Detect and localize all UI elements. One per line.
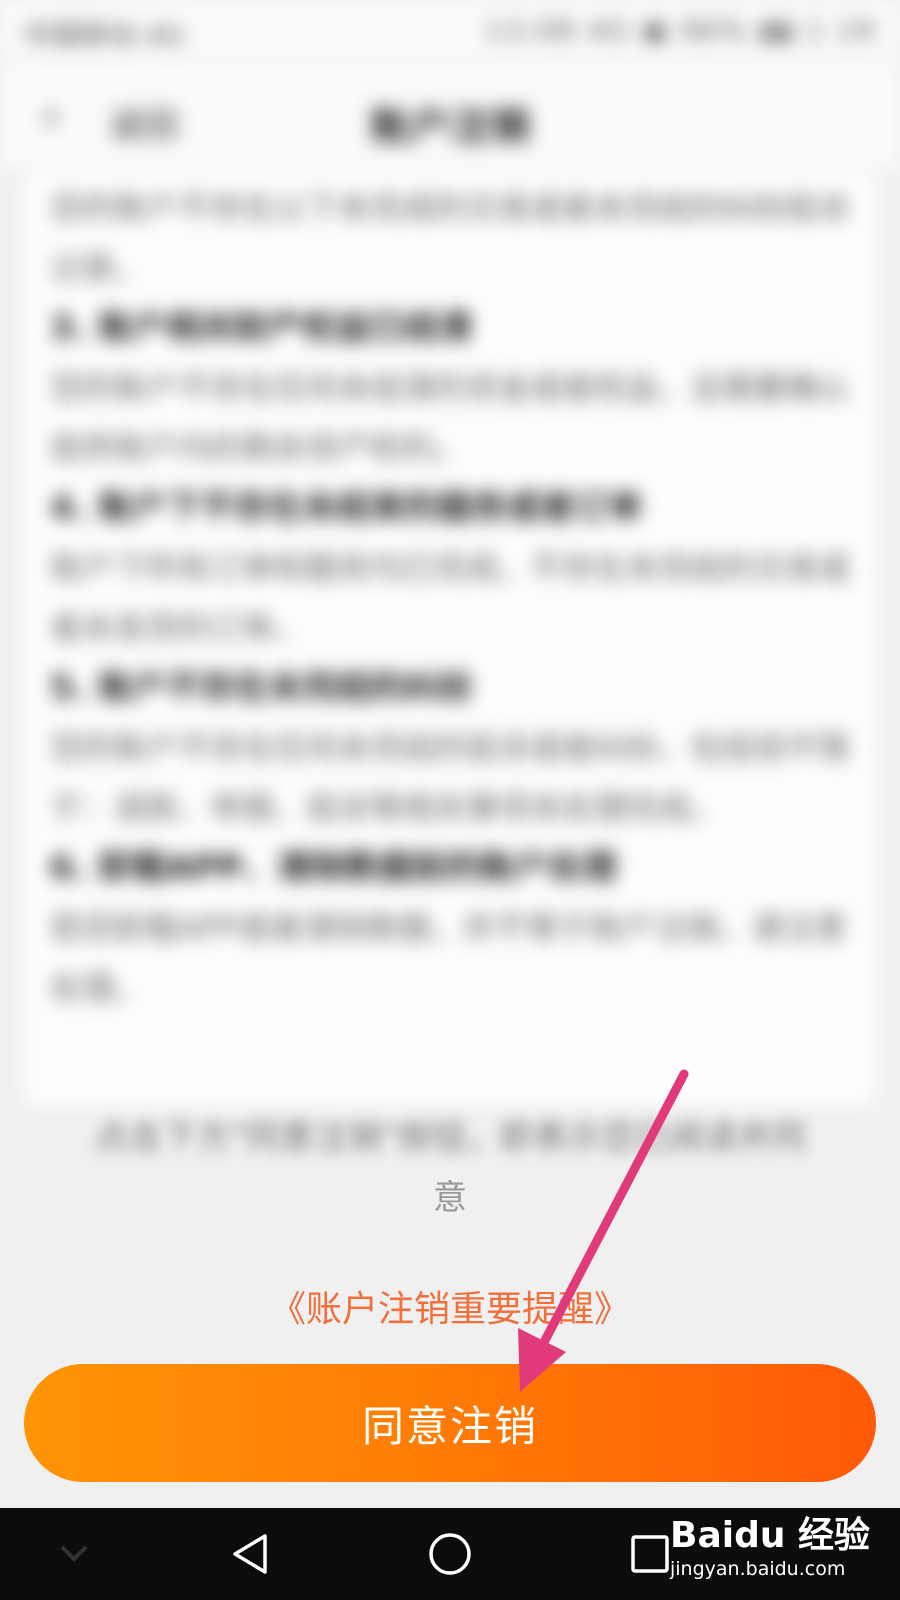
section-text: 账户下所有订单和服务均已完成，不存在未完结的交易或者未发货的订单。 — [50, 549, 851, 647]
section-heading: 5. 账户不存在未完结的纠纷 — [50, 668, 473, 708]
section-heading: 4. 账户下不存在未结束的服务或者订单 — [50, 488, 643, 528]
consent-notice-end: 意 — [433, 1178, 467, 1218]
carrier-label: 中国移动 4G — [24, 19, 185, 52]
account-cancellation-reminder-link[interactable]: 《账户注销重要提醒》 — [0, 1280, 900, 1332]
agree-cancel-button[interactable]: 同意注销 — [24, 1364, 876, 1482]
status-bar: 中国移动 4G 13:08 4G ▣ 96% ▮▮ 1 19 — [0, 0, 900, 60]
chevron-down-icon[interactable] — [14, 1508, 134, 1600]
consent-notice: 点击下方"同意注销"按钮，即表示您已阅读并同 意 — [36, 1108, 864, 1228]
status-icons: 13:08 4G ▣ 96% ▮▮ 1 19 — [485, 14, 876, 47]
section-text: 您的账户不存在任何未完结的投诉或者纠纷，包括但不限于：退款、举报、投诉等相关事项… — [50, 729, 851, 827]
section-text: 您的账户不存在任何未结清的资金或者权益，且需要确认放弃账户内的剩余资产权利。 — [50, 369, 851, 467]
section-heading: 3. 账户相关财产权益已结清 — [50, 308, 473, 348]
triangle-back-icon[interactable] — [190, 1508, 310, 1600]
consent-notice-text: 点击下方"同意注销"按钮，即表示您已阅读并同 — [94, 1118, 806, 1158]
terms-card: 您的账户不存在以下未完成的交易或者未完结的纠纷投诉记录。 3. 账户相关财产权益已… — [24, 170, 876, 1105]
watermark-url: jingyan.baidu.com — [670, 1558, 846, 1580]
header: ‹ 返回 账户注销 — [0, 60, 900, 170]
section-text: 您的账户不存在以下未完成的交易或者未完结的纠纷投诉记录。 — [50, 189, 851, 287]
circle-home-icon[interactable] — [390, 1508, 510, 1600]
section-text: 若您卸载APP或者清除数据，并不等于账户注销，请注意处理。 — [50, 909, 847, 1007]
terms-content: 您的账户不存在以下未完成的交易或者未完结的纠纷投诉记录。 3. 账户相关财产权益已… — [24, 170, 876, 1018]
baidu-watermark: Baidu 经验 jingyan.baidu.com — [670, 1500, 870, 1590]
watermark-brand: Baidu 经验 — [670, 1515, 871, 1556]
page-title: 账户注销 — [370, 104, 530, 150]
section-heading: 6. 卸载APP、清除数据前的账户处理 — [50, 848, 617, 888]
